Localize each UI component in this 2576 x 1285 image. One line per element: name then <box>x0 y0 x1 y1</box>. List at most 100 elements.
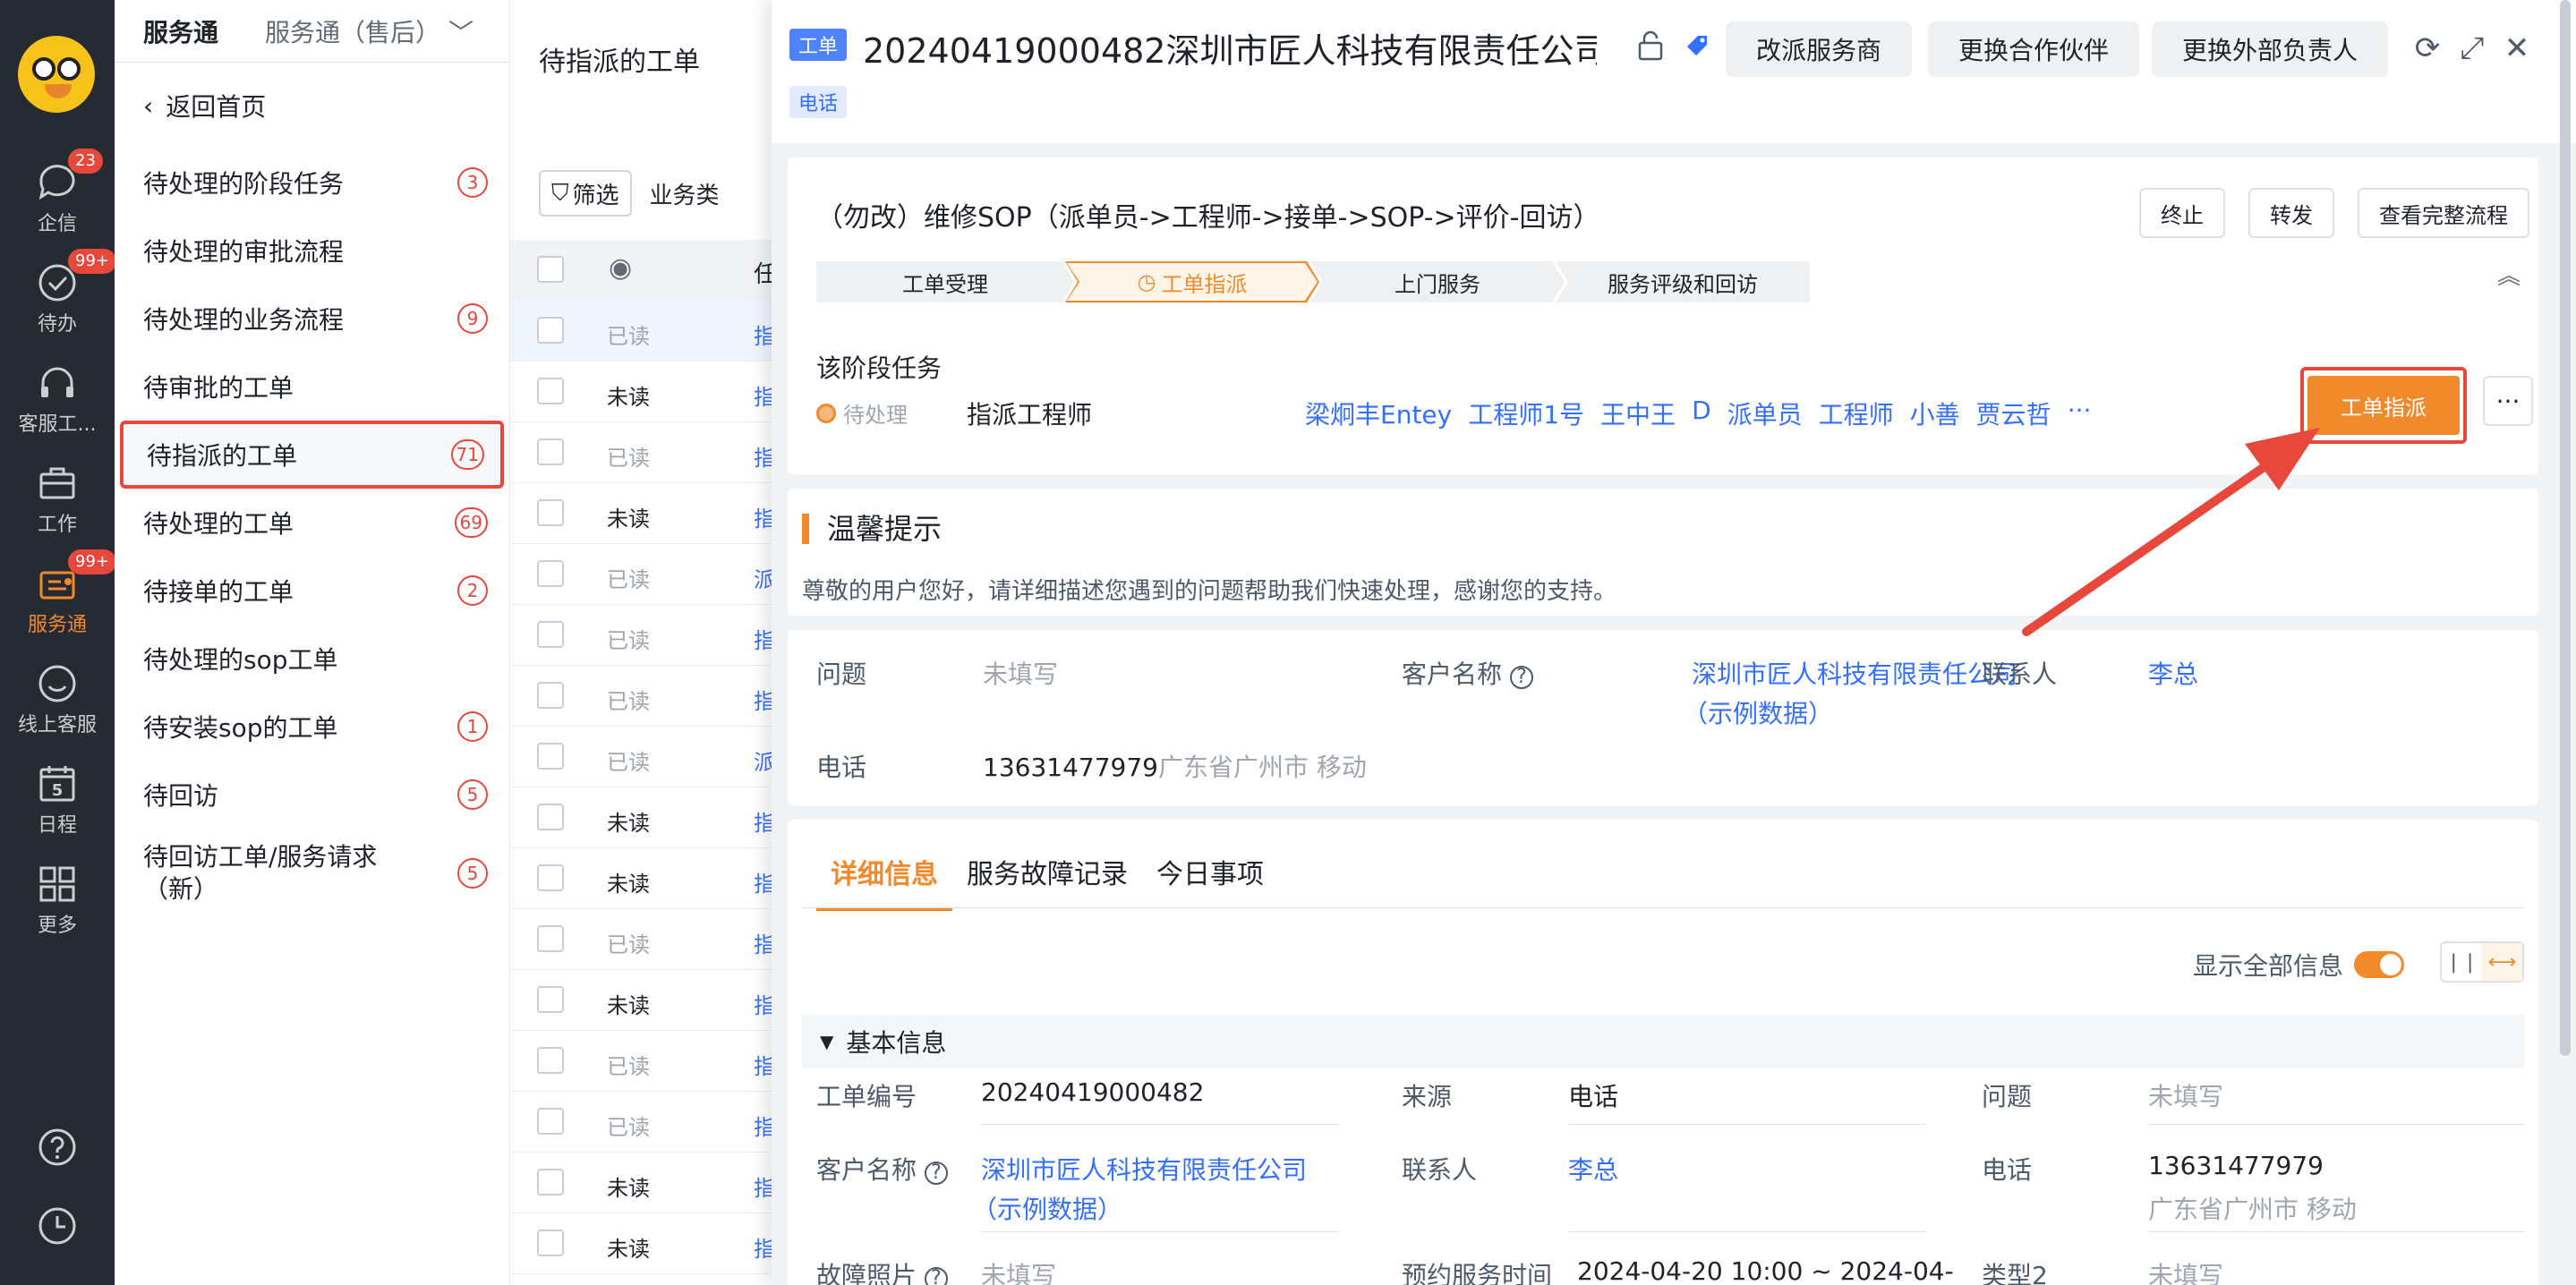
contact-link[interactable]: 李总 <box>2148 655 2198 691</box>
change-partner-button[interactable]: 更换合作伙伴 <box>1928 21 2140 77</box>
table-row[interactable]: 已读派 <box>510 544 778 605</box>
terminate-button[interactable]: 终止 <box>2139 188 2225 238</box>
expand-icon[interactable]: ⤢ <box>2454 30 2490 66</box>
forward-button[interactable]: 转发 <box>2248 188 2334 238</box>
row-checkbox[interactable] <box>537 560 564 587</box>
row-checkbox[interactable] <box>537 743 564 770</box>
select-all-checkbox[interactable] <box>537 256 564 283</box>
table-row[interactable]: 未读指 <box>510 1153 778 1213</box>
rail-item-service[interactable]: 99+ 服务通 <box>0 549 116 648</box>
table-row[interactable]: 已读指 <box>510 666 778 727</box>
help-icon[interactable] <box>36 1126 79 1169</box>
assignee-link[interactable]: 小善 <box>1910 396 1960 431</box>
nav-item[interactable]: 待审批的工单 <box>115 353 509 421</box>
customer-detail-sub[interactable]: （示例数据） <box>972 1190 1122 1226</box>
row-checkbox[interactable] <box>537 1230 564 1256</box>
table-row[interactable]: 已读指 <box>510 1031 778 1092</box>
reassign-provider-button[interactable]: 改派服务商 <box>1726 21 1913 77</box>
back-home-link[interactable]: ‹ 返回首页 <box>115 63 509 149</box>
rail-item-customer-service[interactable]: 客服工... <box>0 358 115 447</box>
tab-today[interactable]: 今日事项 <box>1142 852 1278 911</box>
nav-item[interactable]: 待处理的工单 69 <box>115 489 509 557</box>
nav-item[interactable]: 待处理的阶段任务 3 <box>115 149 509 217</box>
nav-item-pending-assign[interactable]: 待指派的工单 71 <box>120 421 504 489</box>
eye-icon[interactable]: ◉ <box>609 252 632 284</box>
assignee-link[interactable]: 派单员 <box>1727 396 1803 431</box>
row-checkbox[interactable] <box>537 986 564 1013</box>
row-checkbox[interactable] <box>537 378 564 404</box>
assignee-link[interactable]: 王中王 <box>1600 396 1676 431</box>
step-review[interactable]: 服务评级和回访 <box>1556 261 1810 302</box>
collapse-icon[interactable]: ︽ <box>2497 258 2521 291</box>
step-accept[interactable]: 工单受理 <box>816 261 1074 302</box>
more-actions-button[interactable]: ··· <box>2483 376 2533 426</box>
tag-edit-icon[interactable] <box>1679 30 1715 66</box>
nav-item[interactable]: 待回访 5 <box>115 761 509 829</box>
row-checkbox[interactable] <box>537 925 564 952</box>
customer-sub[interactable]: （示例数据） <box>1683 694 1833 730</box>
step-dispatch[interactable]: ◷ 工单指派 <box>1065 261 1319 302</box>
rail-item-calendar[interactable]: 5 日程 <box>0 759 115 848</box>
show-all-switch[interactable] <box>2354 951 2404 978</box>
help-icon[interactable]: ? <box>924 1267 948 1285</box>
rail-item-online-service[interactable]: 线上客服 <box>0 659 115 748</box>
table-row[interactable]: 未读指 <box>510 970 778 1031</box>
step-onsite[interactable]: 上门服务 <box>1310 261 1565 302</box>
assignee-link[interactable]: 工程师1号 <box>1468 396 1584 431</box>
category-filter[interactable]: 业务类 <box>650 177 720 210</box>
close-icon[interactable]: ✕ <box>2499 30 2535 66</box>
change-external-owner-button[interactable]: 更换外部负责人 <box>2152 21 2389 77</box>
table-row[interactable]: 已读指 <box>510 909 778 970</box>
table-row[interactable]: 已读指 <box>510 605 778 666</box>
table-row[interactable]: 已读派 <box>510 727 778 787</box>
table-row[interactable]: 未读指 <box>510 1213 778 1274</box>
assignee-link[interactable]: 工程师 <box>1819 396 1894 431</box>
columns-icon[interactable]: ❘❘ <box>2442 943 2482 981</box>
rail-item-more[interactable]: 更多 <box>0 859 115 949</box>
tab-fault-records[interactable]: 服务故障记录 <box>952 852 1142 911</box>
customer-link[interactable]: 深圳市匠人科技有限责任公司 <box>1692 655 2017 691</box>
table-row[interactable]: 未读指 <box>510 787 778 848</box>
assignee-link[interactable]: 贾云哲 <box>1976 396 2051 431</box>
nav-item[interactable]: 待处理的业务流程 9 <box>115 285 509 353</box>
help-icon[interactable]: ? <box>1509 666 1533 689</box>
clock-icon[interactable] <box>36 1204 79 1247</box>
row-checkbox[interactable] <box>537 682 564 709</box>
row-checkbox[interactable] <box>537 1108 564 1135</box>
contact-detail-link[interactable]: 李总 <box>1568 1151 1618 1187</box>
app-switcher[interactable]: 服务通（售后） ﹀ <box>265 13 473 49</box>
nav-item[interactable]: 待处理的审批流程 <box>115 217 509 285</box>
table-row[interactable]: 已读指 <box>510 422 778 483</box>
rail-item-messages[interactable]: 23 企信 <box>0 149 115 247</box>
table-row[interactable]: 未读指 <box>510 848 778 909</box>
table-row[interactable]: 已读指 <box>510 1092 778 1153</box>
assignee-link[interactable]: D <box>1692 396 1711 431</box>
row-checkbox[interactable] <box>537 1169 564 1196</box>
app-logo[interactable] <box>18 36 95 113</box>
row-checkbox[interactable] <box>537 621 564 648</box>
nav-item[interactable]: 待安装sop的工单 1 <box>115 693 509 761</box>
basic-info-section[interactable]: ▼ 基本信息 <box>802 1015 2524 1068</box>
nav-item[interactable]: 待处理的sop工单 <box>115 625 509 693</box>
table-row[interactable]: 已读指 <box>510 301 778 362</box>
row-checkbox[interactable] <box>537 1047 564 1074</box>
assignee-link[interactable]: ··· <box>2068 396 2092 431</box>
tab-details[interactable]: 详细信息 <box>816 852 952 911</box>
table-row[interactable]: 未读指 <box>510 483 778 544</box>
row-checkbox[interactable] <box>537 317 564 344</box>
filter-button[interactable]: ⛉ 筛选 <box>539 170 632 217</box>
drawer-scrollbar[interactable] <box>2560 0 2571 1056</box>
row-checkbox[interactable] <box>537 438 564 465</box>
expand-width-icon[interactable]: ⟷ <box>2482 943 2522 981</box>
lock-icon[interactable] <box>1633 30 1668 66</box>
dispatch-button[interactable]: 工单指派 <box>2307 376 2460 435</box>
row-checkbox[interactable] <box>537 499 564 526</box>
help-icon[interactable]: ? <box>924 1162 948 1185</box>
assignee-link[interactable]: 梁炯丰Entey <box>1305 396 1452 431</box>
row-checkbox[interactable] <box>537 864 564 891</box>
nav-item[interactable]: 待回访工单/服务请求（新） 5 <box>115 829 509 918</box>
rail-item-todo[interactable]: 99+ 待办 <box>0 249 116 347</box>
refresh-icon[interactable]: ⟳ <box>2410 30 2445 66</box>
table-row[interactable]: 未读指 <box>510 362 778 422</box>
row-checkbox[interactable] <box>537 804 564 830</box>
